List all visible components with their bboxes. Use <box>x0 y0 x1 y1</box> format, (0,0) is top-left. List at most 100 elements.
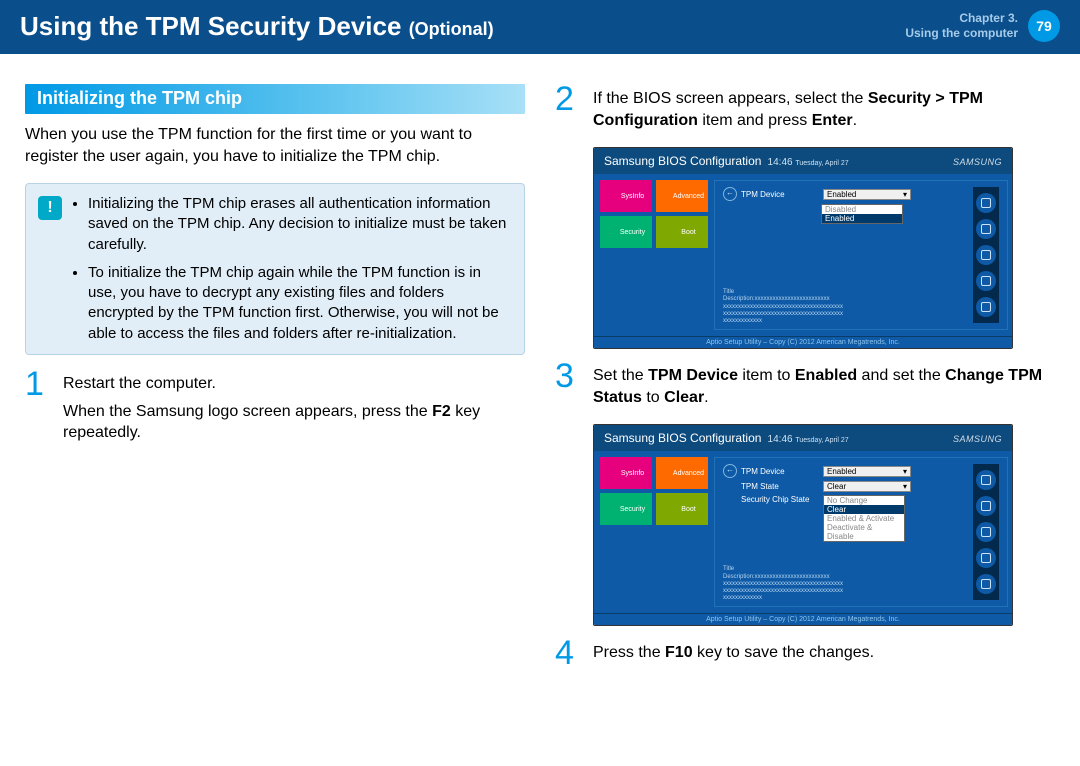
chevron-down-icon: ▾ <box>903 467 907 476</box>
step-line: When the Samsung logo screen appears, pr… <box>63 401 525 444</box>
bios-option: Enabled & Activate <box>824 514 904 523</box>
page-body: Initializing the TPM chip When you use t… <box>0 54 1080 690</box>
bios-main-panel: ← TPM Device Enabled▾ Disabled Enabled <box>714 180 1008 330</box>
bios-time: 14:46 <box>768 157 793 168</box>
info-bullet: Initializing the TPM chip erases all aut… <box>88 194 510 255</box>
step-content: Set the TPM Device item to Enabled and s… <box>593 361 1055 414</box>
bios-tile-nav: SysInfo Advanced Security Boot <box>594 174 714 336</box>
ui-term: Enabled <box>795 367 857 384</box>
bios-body: SysInfo Advanced Security Boot ← TPM Dev… <box>594 451 1012 613</box>
bios-tile-security: Security <box>600 216 652 248</box>
restore-icon <box>976 522 996 542</box>
right-column: 2 If the BIOS screen appears, select the… <box>555 84 1055 680</box>
exit-icon <box>976 297 996 317</box>
step-content: Press the F10 key to save the changes. <box>593 638 1055 670</box>
bios-option-selected: Enabled <box>822 214 902 223</box>
bios-tile-advanced: Advanced <box>656 180 708 212</box>
bios-footer: Aptio Setup Utility – Copy (C) 2012 Amer… <box>594 336 1012 348</box>
back-arrow-icon: ← <box>723 464 737 478</box>
bios-tile-boot: Boot <box>656 216 708 248</box>
bios-screenshot-2: Samsung BIOS Configuration 14:46 Tuesday… <box>593 424 1013 626</box>
bios-field-row: TPM State Clear▾ <box>723 481 973 492</box>
bios-dock <box>973 464 999 600</box>
bios-select: Enabled▾ <box>823 466 911 477</box>
info-bullet-list: Initializing the TPM chip erases all aut… <box>72 194 510 344</box>
bios-dropdown-options: No Change Clear Enabled & Activate Deact… <box>823 495 905 542</box>
bios-field-label: TPM State <box>741 482 819 491</box>
default-icon <box>976 496 996 516</box>
step-line: Press the F10 key to save the changes. <box>593 642 1055 664</box>
step-4: 4 Press the F10 key to save the changes. <box>555 638 1055 670</box>
key-label: F2 <box>432 403 451 420</box>
bios-date: Tuesday, April 27 <box>795 437 848 444</box>
back-arrow-icon: ← <box>723 187 737 201</box>
bios-tile-advanced: Advanced <box>656 457 708 489</box>
default-icon <box>976 219 996 239</box>
bios-description: Title Description:xxxxxxxxxxxxxxxxxxxxxx… <box>723 566 843 602</box>
bios-field-label: TPM Device <box>741 467 819 476</box>
chevron-down-icon: ▾ <box>903 190 907 199</box>
bios-time: 14:46 <box>768 434 793 445</box>
bios-dock <box>973 187 999 323</box>
bios-tile-sysinfo: SysInfo <box>600 180 652 212</box>
step-content: If the BIOS screen appears, select the S… <box>593 84 1055 137</box>
bios-option: Deactivate & Disable <box>824 523 904 541</box>
chapter-line2: Using the computer <box>905 26 1018 41</box>
chapter-block-wrap: Chapter 3. Using the computer 79 <box>905 10 1060 42</box>
alert-icon: ! <box>38 196 62 220</box>
bios-main-panel: ← TPM Device Enabled▾ TPM State Clear▾ <box>714 457 1008 607</box>
bios-field-row: Security Chip State No Change Clear Enab… <box>723 495 973 542</box>
section-heading: Initializing the TPM chip <box>25 84 525 114</box>
bios-tile-nav: SysInfo Advanced Security Boot <box>594 451 714 613</box>
bios-field-row: ← TPM Device Enabled▾ <box>723 464 973 478</box>
title-subtitle: (Optional) <box>409 19 494 39</box>
step-number: 4 <box>555 638 583 670</box>
bios-description: Title Description:xxxxxxxxxxxxxxxxxxxxxx… <box>723 289 843 325</box>
key-label: F10 <box>665 644 693 661</box>
chapter-block: Chapter 3. Using the computer <box>905 11 1018 41</box>
bios-title: Samsung BIOS Configuration <box>604 154 761 168</box>
step-line: Set the TPM Device item to Enabled and s… <box>593 365 1055 408</box>
help-icon <box>976 193 996 213</box>
bios-option: No Change <box>824 496 904 505</box>
info-bullet: To initialize the TPM chip again while t… <box>88 263 510 344</box>
bios-title: Samsung BIOS Configuration <box>604 431 761 445</box>
help-icon <box>976 470 996 490</box>
bios-tile-sysinfo: SysInfo <box>600 457 652 489</box>
step-number: 3 <box>555 361 583 414</box>
bios-titlebar: Samsung BIOS Configuration 14:46 Tuesday… <box>594 425 1012 451</box>
samsung-logo: SAMSUNG <box>953 157 1002 167</box>
left-column: Initializing the TPM chip When you use t… <box>25 84 525 680</box>
title-main: Using the TPM Security Device <box>20 11 401 41</box>
bios-titlebar: Samsung BIOS Configuration 14:46 Tuesday… <box>594 148 1012 174</box>
save-icon <box>976 548 996 568</box>
step-content: Restart the computer. When the Samsung l… <box>63 369 525 450</box>
step-line: Restart the computer. <box>63 373 525 395</box>
step-1: 1 Restart the computer. When the Samsung… <box>25 369 525 450</box>
bios-field-row: ← TPM Device Enabled▾ <box>723 187 973 201</box>
page-number-badge: 79 <box>1028 10 1060 42</box>
exit-icon <box>976 574 996 594</box>
bios-option-selected: Clear <box>824 505 904 514</box>
bios-field-label: Security Chip State <box>741 495 819 504</box>
page-header: Using the TPM Security Device (Optional)… <box>0 0 1080 54</box>
step-3: 3 Set the TPM Device item to Enabled and… <box>555 361 1055 414</box>
bios-tile-boot: Boot <box>656 493 708 525</box>
ui-term: Clear <box>664 389 704 406</box>
chapter-line1: Chapter 3. <box>905 11 1018 26</box>
intro-paragraph: When you use the TPM function for the fi… <box>25 124 525 167</box>
bios-body: SysInfo Advanced Security Boot ← TPM Dev… <box>594 174 1012 336</box>
bios-select: Enabled▾ <box>823 189 911 200</box>
bios-option: Disabled <box>822 205 902 214</box>
save-icon <box>976 271 996 291</box>
ui-term: TPM Device <box>648 367 738 384</box>
bios-date: Tuesday, April 27 <box>795 160 848 167</box>
samsung-logo: SAMSUNG <box>953 434 1002 444</box>
bios-field-label: TPM Device <box>741 190 819 199</box>
bios-footer: Aptio Setup Utility – Copy (C) 2012 Amer… <box>594 613 1012 625</box>
page-title: Using the TPM Security Device (Optional) <box>20 11 494 42</box>
key-label: Enter <box>812 112 853 129</box>
step-number: 2 <box>555 84 583 137</box>
step-line: If the BIOS screen appears, select the S… <box>593 88 1055 131</box>
bios-screenshot-1: Samsung BIOS Configuration 14:46 Tuesday… <box>593 147 1013 349</box>
